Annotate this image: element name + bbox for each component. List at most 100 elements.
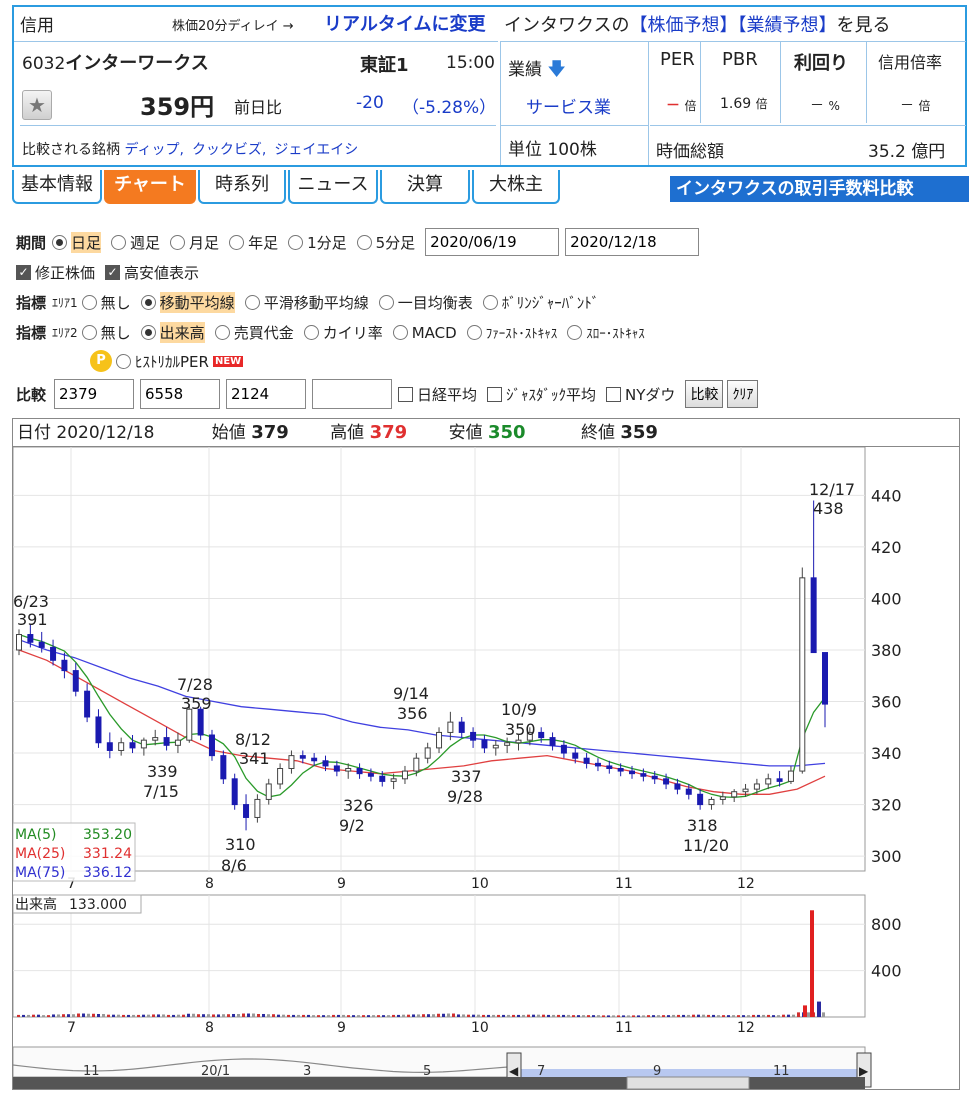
- earnings-label[interactable]: 業績 🡇: [508, 55, 566, 87]
- candle-body: [265, 783, 272, 800]
- check-adjusted[interactable]: ✓ 修正株価: [16, 262, 95, 283]
- volume-bar: [677, 1014, 680, 1017]
- checkbox[interactable]: [606, 386, 622, 402]
- tab-chart[interactable]: チャート: [104, 170, 196, 204]
- compare-code-4[interactable]: [312, 379, 393, 409]
- radio[interactable]: [378, 295, 394, 310]
- realtime-link[interactable]: リアルタイムに変更: [324, 10, 485, 36]
- tab-news[interactable]: ニュース: [288, 170, 378, 204]
- compare-link-jac[interactable]: ジェイエイシ: [274, 142, 358, 158]
- compare-link-dip[interactable]: ディップ,: [124, 142, 183, 158]
- radio[interactable]: [214, 325, 230, 340]
- candle-body: [697, 793, 704, 806]
- volume-bar: [272, 1014, 275, 1017]
- volume-bar: [187, 1013, 190, 1017]
- area1-bollinger[interactable]: ﾎﾞﾘﾝｼﾞｬｰﾊﾞﾝﾄﾞ: [482, 292, 599, 313]
- radio[interactable]: [52, 234, 68, 250]
- compare-code-2[interactable]: [140, 379, 221, 409]
- radio[interactable]: [567, 325, 583, 340]
- clear-button[interactable]: ｸﾘｱ: [727, 380, 759, 408]
- area1-smoothed-ma[interactable]: 平滑移動平均線: [244, 292, 369, 313]
- compare-link-cookbiz[interactable]: クックビズ,: [192, 142, 266, 158]
- price-forecast-link[interactable]: 【株価予想】: [629, 15, 737, 36]
- radio[interactable]: [288, 234, 304, 250]
- candle-body: [765, 778, 772, 785]
- compare-code-3[interactable]: [226, 379, 307, 409]
- area2-turnover[interactable]: 売買代金: [214, 322, 294, 343]
- radio[interactable]: [111, 234, 127, 250]
- compare-button[interactable]: 比較: [685, 380, 724, 408]
- radio[interactable]: [170, 234, 186, 250]
- date-from-input[interactable]: [425, 228, 560, 256]
- ma-legend-value: 331.24: [83, 846, 132, 862]
- area2-fast-stoch[interactable]: ﾌｧｰｽﾄ･ｽﾄｷｬｽ: [466, 323, 557, 342]
- tab-basic-info[interactable]: 基本情報: [12, 170, 102, 204]
- area1-ichimoku[interactable]: 一目均衡表: [378, 292, 473, 313]
- area2-macd[interactable]: MACD: [392, 324, 457, 342]
- area2-volume[interactable]: 出来高: [140, 322, 205, 343]
- scrollbar-thumb[interactable]: [626, 1076, 750, 1089]
- radio[interactable]: [140, 325, 156, 340]
- area2-none[interactable]: 無し: [81, 322, 131, 343]
- radio[interactable]: [81, 325, 97, 340]
- candle-body: [674, 783, 681, 790]
- radio[interactable]: [140, 295, 156, 310]
- compared-stocks: 比較される銘柄 ディップ, クックビズ, ジェイエイシ: [22, 139, 366, 159]
- radio[interactable]: [81, 295, 97, 310]
- radio[interactable]: [466, 325, 482, 340]
- area1-none[interactable]: 無し: [81, 292, 131, 313]
- area1-ma[interactable]: 移動平均線: [140, 292, 235, 313]
- period-5min[interactable]: 5分足: [356, 232, 415, 253]
- area2-deviation[interactable]: カイリ率: [303, 322, 383, 343]
- checkbox[interactable]: ✓: [105, 265, 121, 280]
- check-jasdaq[interactable]: ｼﾞｬｽﾀﾞｯｸ平均: [487, 384, 596, 405]
- volume-bar: [657, 1015, 660, 1017]
- volume-bar: [592, 1015, 595, 1017]
- period-daily[interactable]: 日足: [52, 231, 102, 253]
- radio[interactable]: [244, 295, 260, 310]
- period-monthly[interactable]: 月足: [170, 232, 219, 253]
- price-chart[interactable]: 3003203403603804004204407 8 9 10 11 126/23391…: [13, 447, 959, 1089]
- commission-banner[interactable]: インタワクスの取引手数料比較: [670, 176, 969, 202]
- ohlc-bar: 日付 2020/12/18 始値 379 高値 379 安値 350 終値 35…: [13, 419, 959, 447]
- candle-body: [333, 765, 340, 772]
- radio[interactable]: [356, 234, 372, 250]
- area2-historical-per[interactable]: ﾋｽﾄﾘｶﾙPER NEW: [116, 351, 244, 372]
- volume-bar: [262, 1013, 265, 1017]
- checkbox[interactable]: [487, 386, 503, 402]
- volume-bar: [762, 1014, 765, 1017]
- earnings-forecast-link[interactable]: 【業績予想】: [737, 15, 836, 36]
- ma-legend-name: MA(5): [15, 827, 57, 843]
- volume-bar: [217, 1014, 220, 1017]
- navigator-label: 3: [303, 1064, 311, 1079]
- price-time: 15:00: [446, 53, 495, 73]
- star-icon[interactable]: ★: [22, 90, 52, 120]
- period-weekly[interactable]: 週足: [111, 232, 160, 253]
- check-nydow[interactable]: NYダウ: [606, 384, 675, 405]
- radio[interactable]: [116, 353, 131, 369]
- y-tick-label: 400: [871, 589, 902, 608]
- period-1min[interactable]: 1分足: [288, 232, 347, 253]
- volume-bar: [532, 1014, 535, 1017]
- candle-body: [401, 770, 408, 780]
- date-to-input[interactable]: [565, 228, 700, 256]
- annotation-value: 359: [181, 694, 212, 713]
- compare-code-1[interactable]: [54, 379, 135, 409]
- checkbox[interactable]: [398, 386, 414, 402]
- checkbox[interactable]: ✓: [16, 265, 31, 280]
- radio[interactable]: [303, 325, 319, 340]
- volume-bar: [27, 1014, 30, 1017]
- volume-bar: [422, 1014, 425, 1017]
- tab-shareholders[interactable]: 大株主: [472, 170, 560, 204]
- check-highlow[interactable]: ✓ 高安値表示: [105, 262, 199, 283]
- period-yearly[interactable]: 年足: [229, 232, 278, 253]
- tab-time-series[interactable]: 時系列: [198, 170, 286, 204]
- tab-earnings[interactable]: 決算: [380, 170, 470, 204]
- radio[interactable]: [482, 295, 498, 310]
- radio[interactable]: [229, 234, 245, 250]
- radio[interactable]: [392, 325, 408, 340]
- volume-bar: [612, 1015, 615, 1017]
- area2-slow-stoch[interactable]: ｽﾛｰ･ｽﾄｷｬｽ: [567, 323, 645, 342]
- sector-link[interactable]: サービス業: [526, 93, 611, 118]
- check-nikkei[interactable]: 日経平均: [398, 384, 477, 405]
